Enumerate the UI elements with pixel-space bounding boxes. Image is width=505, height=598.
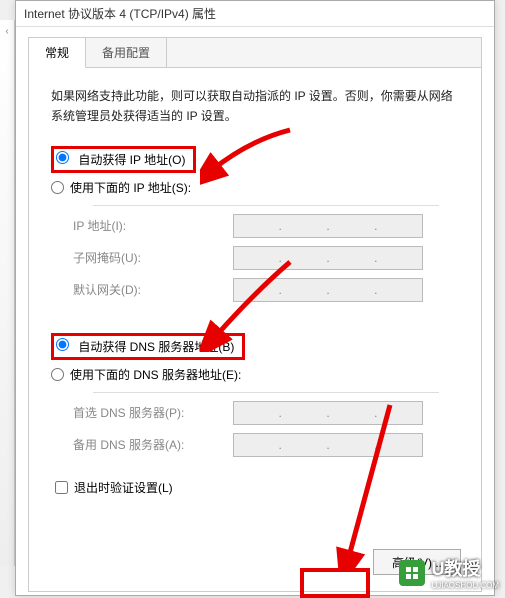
gateway-input: ... — [233, 278, 423, 302]
dns-pref-row: 首选 DNS 服务器(P): ... — [51, 397, 459, 429]
subnet-mask-input: ... — [233, 246, 423, 270]
dns-auto-radio[interactable] — [56, 338, 69, 351]
watermark-text-block: U教授 UJIAOSHOU.COM — [431, 555, 499, 590]
watermark-sub: UJIAOSHOU.COM — [431, 581, 499, 590]
dns-alt-row: 备用 DNS 服务器(A): ... — [51, 429, 459, 461]
ip-auto-label: 自动获得 IP 地址(O) — [78, 153, 185, 167]
dns-manual-row[interactable]: 使用下面的 DNS 服务器地址(E): — [51, 363, 459, 386]
validate-checkbox[interactable] — [55, 481, 68, 494]
left-edge-mark: ‹ — [0, 20, 14, 37]
dns-section: 自动获得 DNS 服务器地址(B) 使用下面的 DNS 服务器地址(E): 首选… — [47, 330, 463, 467]
dns-alt-label: 备用 DNS 服务器(A): — [73, 436, 233, 453]
window-title: Internet 协议版本 4 (TCP/IPv4) 属性 — [24, 7, 216, 21]
ip-section: 自动获得 IP 地址(O) 使用下面的 IP 地址(S): IP 地址(I): … — [47, 143, 463, 312]
validate-row[interactable]: 退出时验证设置(L) — [29, 469, 481, 496]
ip-manual-label: 使用下面的 IP 地址(S): — [70, 179, 191, 196]
tab-general[interactable]: 常规 — [29, 38, 86, 68]
ip-manual-row[interactable]: 使用下面的 IP 地址(S): — [51, 176, 459, 199]
validate-label: 退出时验证设置(L) — [74, 479, 173, 496]
dns-pref-input: ... — [233, 401, 423, 425]
tab-alternate[interactable]: 备用配置 — [86, 38, 167, 67]
ip-auto-row[interactable]: 自动获得 IP 地址(O) — [51, 143, 459, 176]
left-edge-strip: ‹ — [0, 20, 15, 566]
gateway-row: 默认网关(D): ... — [51, 274, 459, 306]
dns-manual-radio[interactable] — [51, 368, 64, 381]
ip-address-row: IP 地址(I): ... — [51, 210, 459, 242]
tab-strip: 常规 备用配置 — [29, 38, 481, 68]
dns-manual-label: 使用下面的 DNS 服务器地址(E): — [70, 366, 241, 383]
title-bar: Internet 协议版本 4 (TCP/IPv4) 属性 — [16, 1, 494, 27]
ip-address-input: ... — [233, 214, 423, 238]
ip-address-label: IP 地址(I): — [73, 217, 233, 234]
subnet-mask-row: 子网掩码(U): ... — [51, 242, 459, 274]
description-text: 如果网络支持此功能，则可以获取自动指派的 IP 设置。否则，你需要从网络系统管理… — [29, 68, 481, 135]
dns-auto-row[interactable]: 自动获得 DNS 服务器地址(B) — [51, 330, 459, 363]
dns-pref-label: 首选 DNS 服务器(P): — [73, 404, 233, 421]
ip-auto-radio[interactable] — [56, 151, 69, 164]
dns-auto-highlight: 自动获得 DNS 服务器地址(B) — [51, 333, 245, 360]
dialog-body: 常规 备用配置 如果网络支持此功能，则可以获取自动指派的 IP 设置。否则，你需… — [28, 37, 482, 592]
ip-divider — [93, 205, 439, 206]
ip-auto-highlight: 自动获得 IP 地址(O) — [51, 146, 196, 173]
ip-manual-radio[interactable] — [51, 181, 64, 194]
dns-auto-label: 自动获得 DNS 服务器地址(B) — [78, 340, 234, 354]
watermark-title: U教授 — [431, 555, 499, 581]
dns-alt-input: ... — [233, 433, 423, 457]
subnet-mask-label: 子网掩码(U): — [73, 249, 233, 266]
bottom-highlight-rect — [300, 568, 370, 598]
dns-divider — [93, 392, 439, 393]
watermark-badge-icon — [399, 560, 425, 586]
watermark: U教授 UJIAOSHOU.COM — [399, 555, 499, 590]
gateway-label: 默认网关(D): — [73, 281, 233, 298]
dialog-window: Internet 协议版本 4 (TCP/IPv4) 属性 常规 备用配置 如果… — [15, 0, 495, 596]
